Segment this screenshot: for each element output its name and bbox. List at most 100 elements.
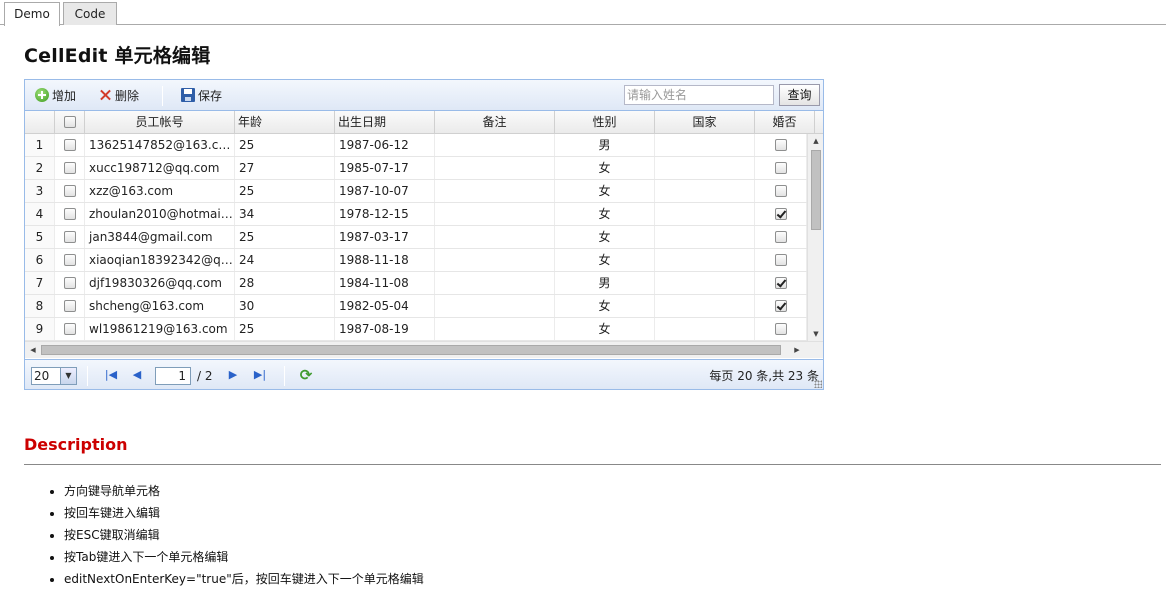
delete-button[interactable]: 删除 [98, 87, 139, 105]
cell-gender[interactable]: 女 [555, 226, 655, 248]
cell-country[interactable] [655, 134, 755, 156]
horizontal-scrollbar[interactable]: ◀ ▶ [25, 341, 823, 358]
header-birthday[interactable]: 出生日期 [335, 111, 435, 133]
cell-age[interactable]: 25 [235, 180, 335, 202]
scroll-right-icon[interactable]: ▶ [789, 342, 805, 358]
save-button[interactable]: 保存 [181, 87, 222, 105]
page-size-select[interactable]: 20 ▼ [31, 367, 77, 385]
header-married[interactable]: 婚否 [755, 111, 815, 133]
cell-gender[interactable]: 女 [555, 157, 655, 179]
cell-account[interactable]: xucc198712@qq.com [85, 157, 235, 179]
cell-birthday[interactable]: 1988-11-18 [335, 249, 435, 271]
cell-country[interactable] [655, 180, 755, 202]
cell-gender[interactable]: 女 [555, 180, 655, 202]
resize-grip-icon[interactable] [814, 380, 822, 388]
cell-age[interactable]: 30 [235, 295, 335, 317]
cell-country[interactable] [655, 272, 755, 294]
cell-age[interactable]: 34 [235, 203, 335, 225]
table-row[interactable]: 6 xiaoqian18392342@qq.... 24 1988-11-18 女 [25, 249, 807, 272]
add-button[interactable]: 增加 [35, 87, 76, 105]
horizontal-scroll-thumb[interactable] [41, 345, 781, 355]
vertical-scrollbar[interactable]: ▲ ▼ [807, 134, 823, 341]
cell-account[interactable]: zhoulan2010@hotmail.... [85, 203, 235, 225]
cell-age[interactable]: 28 [235, 272, 335, 294]
select-all-checkbox[interactable] [63, 116, 76, 128]
cell-birthday[interactable]: 1987-10-07 [335, 180, 435, 202]
last-page-icon[interactable]: ▶| [253, 368, 267, 382]
cell-remarks[interactable] [435, 203, 555, 225]
cell-remarks[interactable] [435, 134, 555, 156]
cell-age[interactable]: 24 [235, 249, 335, 271]
header-account[interactable]: 员工帐号 [85, 111, 235, 133]
cell-country[interactable] [655, 157, 755, 179]
cell-country[interactable] [655, 249, 755, 271]
cell-age[interactable]: 25 [235, 318, 335, 340]
prev-page-icon[interactable]: ◀ [130, 368, 144, 382]
married-checkbox[interactable] [774, 254, 787, 266]
table-row[interactable]: 5 jan3844@gmail.com 25 1987-03-17 女 [25, 226, 807, 249]
cell-birthday[interactable]: 1984-11-08 [335, 272, 435, 294]
header-gender[interactable]: 性别 [555, 111, 655, 133]
tab-demo[interactable]: Demo [4, 2, 60, 26]
table-row[interactable]: 8 shcheng@163.com 30 1982-05-04 女 [25, 295, 807, 318]
cell-gender[interactable]: 男 [555, 134, 655, 156]
table-row[interactable]: 7 djf19830326@qq.com 28 1984-11-08 男 [25, 272, 807, 295]
cell-age[interactable]: 25 [235, 134, 335, 156]
cell-account[interactable]: 13625147852@163.com [85, 134, 235, 156]
table-row[interactable]: 2 xucc198712@qq.com 27 1985-07-17 女 [25, 157, 807, 180]
cell-age[interactable]: 27 [235, 157, 335, 179]
cell-country[interactable] [655, 295, 755, 317]
cell-gender[interactable]: 女 [555, 203, 655, 225]
current-page-input[interactable]: 1 [155, 367, 191, 385]
row-select-checkbox[interactable] [63, 139, 76, 151]
refresh-icon[interactable]: ⟳ [298, 367, 314, 383]
married-checkbox[interactable] [774, 185, 787, 197]
cell-gender[interactable]: 女 [555, 295, 655, 317]
row-select-checkbox[interactable] [63, 185, 76, 197]
row-select-checkbox[interactable] [63, 231, 76, 243]
table-row[interactable]: 3 xzz@163.com 25 1987-10-07 女 [25, 180, 807, 203]
married-checkbox[interactable] [774, 139, 787, 151]
table-row[interactable]: 4 zhoulan2010@hotmail.... 34 1978-12-15 女 [25, 203, 807, 226]
row-select-checkbox[interactable] [63, 208, 76, 220]
cell-remarks[interactable] [435, 249, 555, 271]
cell-account[interactable]: xiaoqian18392342@qq.... [85, 249, 235, 271]
row-select-checkbox[interactable] [63, 277, 76, 289]
cell-birthday[interactable]: 1987-03-17 [335, 226, 435, 248]
name-search-input[interactable] [624, 85, 774, 105]
cell-remarks[interactable] [435, 295, 555, 317]
cell-account[interactable]: xzz@163.com [85, 180, 235, 202]
cell-remarks[interactable] [435, 272, 555, 294]
scroll-up-icon[interactable]: ▲ [808, 134, 824, 148]
tab-code[interactable]: Code [63, 2, 117, 25]
cell-gender[interactable]: 男 [555, 272, 655, 294]
married-checkbox[interactable] [774, 162, 787, 174]
cell-birthday[interactable]: 1985-07-17 [335, 157, 435, 179]
cell-remarks[interactable] [435, 318, 555, 340]
cell-gender[interactable]: 女 [555, 318, 655, 340]
married-checkbox[interactable] [774, 323, 787, 335]
header-age[interactable]: 年龄 [235, 111, 335, 133]
cell-remarks[interactable] [435, 180, 555, 202]
married-checkbox[interactable] [774, 231, 787, 243]
table-row[interactable]: 1 13625147852@163.com 25 1987-06-12 男 [25, 134, 807, 157]
cell-gender[interactable]: 女 [555, 249, 655, 271]
cell-birthday[interactable]: 1987-08-19 [335, 318, 435, 340]
married-checkbox[interactable] [774, 300, 787, 312]
cell-account[interactable]: jan3844@gmail.com [85, 226, 235, 248]
cell-country[interactable] [655, 203, 755, 225]
cell-birthday[interactable]: 1982-05-04 [335, 295, 435, 317]
cell-birthday[interactable]: 1987-06-12 [335, 134, 435, 156]
row-select-checkbox[interactable] [63, 162, 76, 174]
cell-country[interactable] [655, 318, 755, 340]
header-country[interactable]: 国家 [655, 111, 755, 133]
chevron-down-icon[interactable]: ▼ [60, 368, 76, 384]
first-page-icon[interactable]: |◀ [104, 368, 118, 382]
cell-account[interactable]: djf19830326@qq.com [85, 272, 235, 294]
row-select-checkbox[interactable] [63, 300, 76, 312]
vertical-scroll-thumb[interactable] [811, 150, 821, 230]
cell-remarks[interactable] [435, 226, 555, 248]
table-row[interactable]: 9 wl19861219@163.com 25 1987-08-19 女 [25, 318, 807, 341]
row-select-checkbox[interactable] [63, 323, 76, 335]
cell-country[interactable] [655, 226, 755, 248]
